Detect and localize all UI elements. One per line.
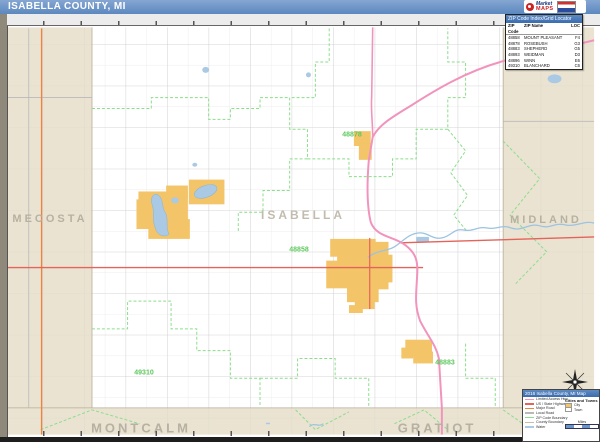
grid-ruler-bottom — [7, 431, 600, 436]
map-page: MECOSTA ISABELLA MIDLAND MONTCALM GRATIO… — [0, 0, 600, 442]
marketmaps-logo: Market MAPS — [524, 0, 586, 13]
map-legend: 2016 Isabella County, MI Map Limited Acc… — [522, 389, 600, 442]
zip-label-48883: 48883 — [435, 360, 454, 367]
scale-bar-graphic — [565, 424, 599, 429]
bottom-border-bar — [0, 437, 600, 442]
left-margin — [0, 14, 7, 442]
zip-index-column-headers: ZIP Code ZIP Name LOC — [506, 23, 582, 35]
zip-label-49310: 49310 — [134, 370, 153, 377]
zip-index-header: ZIP Code Index/Grid Locator — [506, 15, 582, 23]
logo-globe-icon — [526, 3, 534, 11]
col-loc: LOC — [571, 23, 580, 34]
county-label-midland: MIDLAND — [510, 214, 582, 226]
county-map-image — [8, 25, 600, 437]
title-bar: ISABELLA COUNTY, MI — [0, 0, 600, 14]
zip-label-48858: 48858 — [289, 247, 308, 254]
logo-secondary-badge — [557, 1, 576, 13]
road-grid — [8, 27, 594, 434]
county-label-mecosta: MECOSTA — [12, 213, 87, 225]
legend-cities-section: Cities and Towns City Town — [565, 398, 600, 412]
logo-text-maps: MAPS — [536, 7, 554, 12]
col-name: ZIP Name — [524, 23, 571, 34]
legend-header: 2016 Isabella County, MI Map — [523, 390, 599, 397]
zip-label-48878: 48878 — [342, 132, 361, 139]
legend-scale-bar: Miles — [565, 420, 599, 429]
page-title: ISABELLA COUNTY, MI — [8, 1, 126, 12]
col-zip: ZIP Code — [508, 23, 524, 34]
zip-index-table: ZIP Code Index/Grid Locator ZIP Code ZIP… — [505, 14, 583, 70]
county-label-isabella: ISABELLA — [261, 208, 345, 222]
zip-index-row: 49310 BLANCHARD C6 — [506, 63, 582, 69]
map-canvas — [7, 25, 600, 437]
legend-city-row: Town — [565, 408, 600, 413]
